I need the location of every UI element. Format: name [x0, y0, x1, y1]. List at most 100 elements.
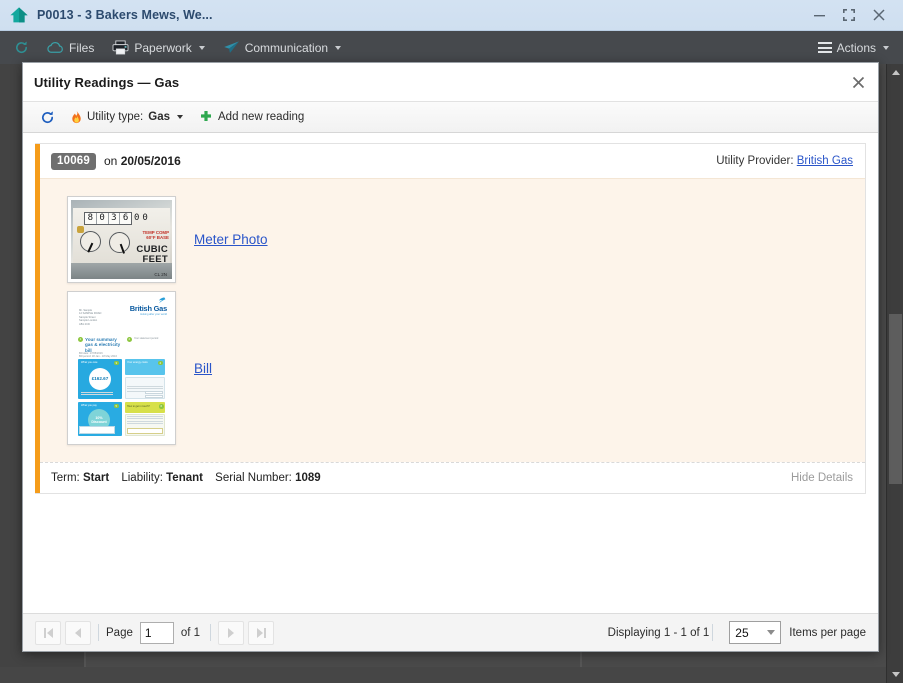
chevron-down-icon	[883, 46, 889, 50]
pagination-divider-left	[98, 624, 99, 641]
pagination-divider-count	[712, 624, 713, 641]
bill-thumbnail[interactable]: British Gas looking after your world Mr.…	[67, 291, 176, 445]
hide-details-link[interactable]: Hide Details	[791, 472, 853, 484]
meter-photo-thumbnail[interactable]: 8 0 3 6 00 TEMP COMP	[67, 196, 176, 283]
bill-section3-title: How to get in touch?	[127, 405, 150, 408]
scrollbar-thumb[interactable]	[889, 314, 902, 484]
reading-metadata: Term: Start Liability: Tenant Serial Num…	[51, 472, 321, 484]
card-header: 10069 on 20/05/2016 Utility Provider: Br…	[40, 144, 865, 178]
meter-digits-trailing: 00	[134, 212, 156, 225]
card-footer: Term: Start Liability: Tenant Serial Num…	[40, 462, 865, 493]
utility-type-dropdown[interactable]: Utility type: Gas	[64, 102, 190, 132]
bill-reading-box-1	[145, 391, 163, 394]
temp-comp-line-2: 60°F BASE	[142, 235, 169, 240]
app-toolbar-label-communication: Communication	[245, 41, 328, 55]
british-gas-swoosh-icon	[155, 297, 166, 304]
last-page-button[interactable]	[248, 621, 274, 645]
bill-usage-badge: 4	[158, 361, 163, 366]
next-page-button[interactable]	[218, 621, 244, 645]
bar-icon	[44, 628, 46, 638]
meter-photo-link[interactable]: Meter Photo	[194, 232, 268, 247]
reading-card: 10069 on 20/05/2016 Utility Provider: Br…	[35, 143, 866, 494]
bill-link[interactable]: Bill	[194, 361, 212, 376]
dial-needle	[119, 244, 124, 254]
dialog-body: 10069 on 20/05/2016 Utility Provider: Br…	[23, 133, 878, 613]
meter-temp-comp: TEMP COMP 60°F BASE	[142, 230, 169, 241]
serial-number-value: 1089	[295, 472, 321, 484]
dialog-close-button[interactable]	[838, 63, 878, 101]
utility-provider-label: Utility Provider:	[716, 155, 793, 167]
term-value: Start	[83, 472, 109, 484]
utility-provider: Utility Provider: British Gas	[716, 155, 853, 167]
window-title-bar: P0013 - 3 Bakers Mews, We...	[0, 0, 903, 31]
reading-on-prefix: on	[104, 154, 117, 168]
page-total-label: of 1	[181, 627, 200, 639]
bar-icon	[264, 628, 266, 638]
close-window-button[interactable]	[864, 2, 894, 28]
meter-unit: CUBIC FEET	[136, 245, 168, 265]
page-scrollbar[interactable]	[886, 64, 903, 683]
previous-page-button[interactable]	[65, 621, 91, 645]
bill-amount-circle: £162.67	[89, 368, 111, 390]
maximize-button[interactable]	[834, 2, 864, 28]
cloud-icon	[47, 41, 64, 54]
page-label: Page	[106, 627, 133, 639]
hamburger-icon	[818, 40, 832, 56]
liability-value: Tenant	[166, 472, 203, 484]
add-new-reading-button[interactable]: Add new reading	[192, 102, 311, 132]
bill-heading-side: Your statement period	[134, 337, 158, 353]
pagination-bar: Page of 1 Displaying 1 - 1 of 1 25 Items…	[23, 613, 878, 651]
restore-icon	[842, 8, 856, 22]
printer-icon	[112, 40, 129, 55]
app-toolbar-item-communication[interactable]: Communication	[214, 31, 350, 64]
meter-cl-text: CL 2N	[154, 272, 167, 277]
triangle-left-icon	[75, 628, 81, 638]
scroll-down-button[interactable]	[887, 666, 903, 683]
dialog-header: Utility Readings — Gas	[23, 63, 878, 101]
scroll-up-button[interactable]	[887, 64, 903, 81]
refresh-icon	[40, 110, 55, 125]
chevron-down-icon	[177, 115, 183, 119]
meter-digit-4: 6	[120, 213, 131, 224]
close-icon	[872, 8, 886, 22]
close-icon	[851, 75, 866, 90]
app-toolbar-label-paperwork: Paperwork	[134, 41, 191, 55]
reading-id-badge: 10069	[51, 153, 96, 170]
bill-section2-title: What you pay	[81, 404, 97, 407]
paper-plane-icon	[223, 40, 240, 55]
bill-section2-badge: 5	[114, 404, 119, 409]
term-label: Term:	[51, 472, 80, 484]
actions-label: Actions	[837, 41, 876, 55]
app-toolbar-item-paperwork[interactable]: Paperwork	[103, 31, 213, 64]
bill-meta-block: Bill date: 17/05/2016 Bill period: 18 Ja…	[79, 352, 117, 358]
reading-date-line: on 20/05/2016	[104, 154, 181, 168]
items-per-page-select[interactable]: 25	[729, 621, 781, 644]
triangle-right-icon	[228, 628, 234, 638]
page-number-input[interactable]	[140, 622, 174, 644]
chevron-down-icon	[767, 630, 775, 635]
utility-readings-dialog: Utility Readings — Gas Utility type: Gas	[22, 62, 879, 652]
backdrop-bottom-strip	[0, 667, 903, 683]
utility-provider-link[interactable]: British Gas	[797, 155, 853, 167]
app-refresh-button[interactable]	[0, 31, 38, 64]
chevron-down-icon	[335, 46, 341, 50]
bill-step-2-badge: 2	[127, 337, 132, 342]
items-per-page-label: Items per page	[789, 627, 866, 639]
actions-menu-button[interactable]: Actions	[809, 31, 903, 64]
serial-number-label: Serial Number:	[215, 472, 292, 484]
meter-dial-1	[80, 231, 101, 252]
displaying-count: Displaying 1 - 1 of 1	[608, 627, 710, 639]
app-toolbar-item-files[interactable]: Files	[38, 31, 103, 64]
dial-needle	[87, 243, 93, 253]
reload-readings-button[interactable]	[33, 102, 62, 132]
window-controls	[804, 2, 903, 28]
first-page-button[interactable]	[35, 621, 61, 645]
card-content: 10069 on 20/05/2016 Utility Provider: Br…	[40, 144, 865, 493]
meter-dial-2	[109, 232, 130, 253]
utility-type-value: Gas	[148, 111, 170, 123]
minimize-button[interactable]	[804, 2, 834, 28]
plus-icon	[199, 110, 213, 124]
card-attachments: 8 0 3 6 00 TEMP COMP	[40, 178, 865, 462]
triangle-down-icon	[892, 672, 900, 677]
liability-label: Liability:	[121, 472, 163, 484]
